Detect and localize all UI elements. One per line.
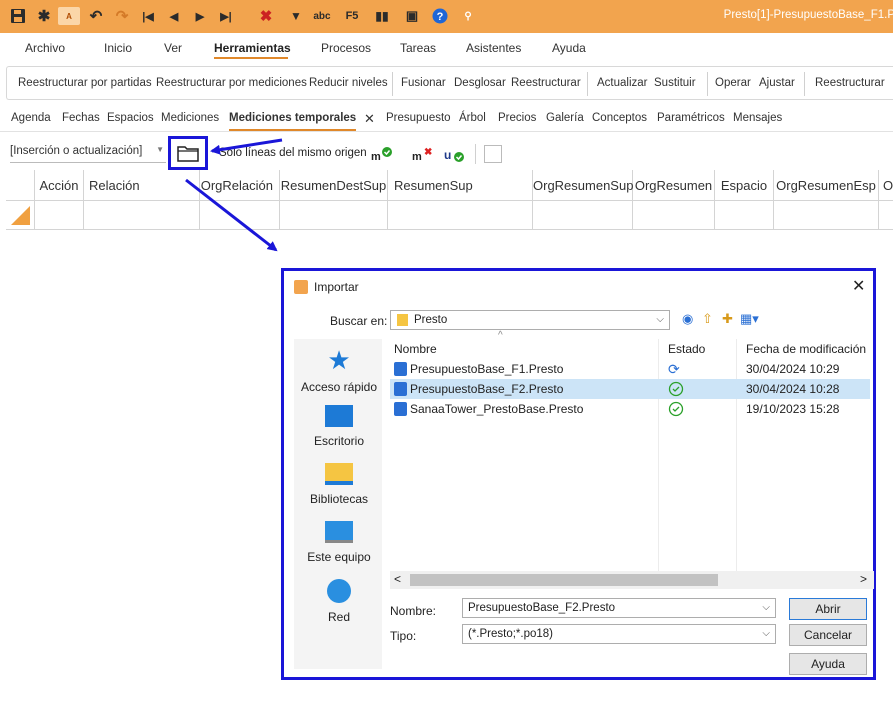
import-dialog: Importar ✕ Buscar en: Presto ⌵ ◉ ⇧ ✚ ▦▾ … [281,268,876,680]
file-row-selected[interactable]: PresupuestoBase_F2.Presto 30/04/2024 10:… [390,379,870,399]
chevron-down-icon: ⌵ [762,602,770,613]
file-name: PresupuestoBase_F1.Presto [410,362,564,376]
file-name-label: Nombre: [390,604,437,618]
open-button[interactable]: Abrir [789,598,867,620]
network-globe-icon [327,579,351,603]
close-dialog-icon[interactable]: ✕ [852,276,865,296]
file-row[interactable]: SanaaTower_PrestoBase.Presto 19/10/2023 … [390,399,870,419]
file-type-label: Tipo: [390,629,417,643]
sort-ascending-icon: ^ [498,330,503,341]
folder-icon [397,314,408,326]
dialog-title: Importar [314,280,359,294]
help-button[interactable]: Ayuda [789,653,867,675]
place-desktop[interactable]: Escritorio [294,405,384,448]
annotation-arrow-to-dialog [185,178,278,252]
place-network[interactable]: Red [294,579,384,624]
file-name-input[interactable]: PresupuestoBase_F2.Presto ⌵ [462,598,776,618]
file-date: 30/04/2024 10:28 [746,382,840,396]
star-icon: ★ [327,345,351,375]
presto-file-icon [394,382,407,396]
scroll-right-icon[interactable]: > [860,572,867,586]
file-name: PresupuestoBase_F2.Presto [410,382,564,396]
column-header-name[interactable]: Nombre [394,342,437,356]
place-label: Este equipo [307,550,371,564]
scrollbar-thumb[interactable] [410,574,718,586]
scroll-left-icon[interactable]: < [394,572,401,586]
horizontal-scrollbar[interactable]: < > [390,571,874,589]
place-libraries[interactable]: Bibliotecas [294,463,384,506]
computer-icon [325,521,353,543]
file-date: 30/04/2024 10:29 [746,362,840,376]
sync-pending-icon: ⟳ [668,361,680,377]
file-name: SanaaTower_PrestoBase.Presto [410,402,584,416]
back-icon[interactable]: ◉ [682,311,693,327]
presto-file-icon [394,402,407,416]
place-quick-access[interactable]: ★ Acceso rápido [294,345,384,394]
synced-check-icon [668,381,684,400]
file-name-value: PresupuestoBase_F2.Presto [468,602,616,614]
column-header-status[interactable]: Estado [668,342,705,356]
look-in-select[interactable]: Presto ⌵ [390,310,670,330]
column-header-modified[interactable]: Fecha de modificación [746,342,866,356]
desktop-icon [325,405,353,427]
file-type-value: (*.Presto;*.po18) [468,628,554,640]
chevron-down-icon: ⌵ [762,628,770,639]
place-this-pc[interactable]: Este equipo [294,521,384,564]
file-type-select[interactable]: (*.Presto;*.po18) ⌵ [462,624,776,644]
synced-check-icon [668,401,684,420]
chevron-down-icon: ⌵ [656,314,664,325]
libraries-icon [325,463,353,485]
file-row[interactable]: PresupuestoBase_F1.Presto ⟳ 30/04/2024 1… [390,359,870,379]
look-in-label: Buscar en: [330,314,388,328]
place-label: Acceso rápido [300,380,378,394]
annotation-arrow-to-folder [210,138,283,155]
place-label: Escritorio [313,434,364,448]
cancel-button[interactable]: Cancelar [789,624,867,646]
new-folder-icon[interactable]: ✚ [722,311,733,327]
presto-file-icon [394,362,407,376]
place-label: Bibliotecas [309,492,369,506]
file-date: 19/10/2023 15:28 [746,402,840,416]
view-menu-icon[interactable]: ▦▾ [740,311,759,327]
place-label: Red [327,610,350,624]
up-folder-icon[interactable]: ⇧ [702,311,713,327]
presto-app-icon [294,280,308,294]
